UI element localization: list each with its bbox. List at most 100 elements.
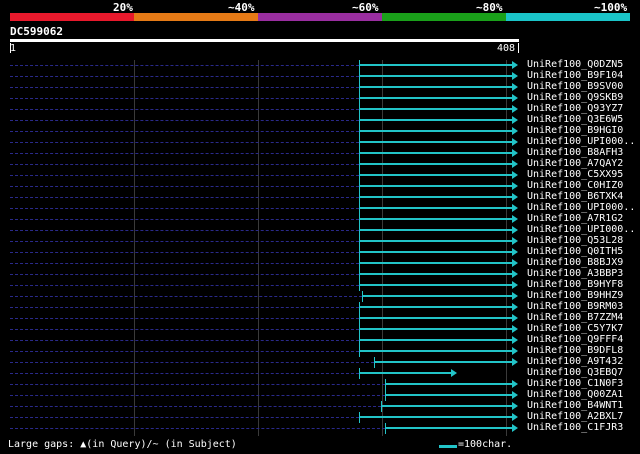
hit-name-link[interactable]: UniRef100_Q93YZ7 — [527, 103, 623, 114]
match-segment[interactable] — [358, 86, 513, 88]
match-segment[interactable] — [358, 152, 513, 154]
arrow-right-icon — [512, 358, 518, 366]
arrow-right-icon — [512, 259, 518, 267]
match-segment[interactable] — [358, 317, 513, 319]
match-segment[interactable] — [358, 416, 513, 418]
unaligned-region — [10, 197, 359, 198]
match-segment[interactable] — [358, 218, 513, 220]
match-segment[interactable] — [358, 306, 513, 308]
hit-name-link[interactable]: UniRef100_A7QAY2 — [527, 158, 623, 169]
match-segment[interactable] — [358, 196, 513, 198]
unaligned-region — [10, 219, 359, 220]
match-segment[interactable] — [358, 229, 513, 231]
unaligned-region — [10, 230, 359, 231]
match-segment[interactable] — [358, 262, 513, 264]
hit-name-link[interactable]: UniRef100_Q9SKB9 — [527, 92, 623, 103]
scale-legend-line — [439, 445, 457, 448]
hit-name-link[interactable]: UniRef100_A2BXL7 — [527, 411, 623, 422]
hit-name-link[interactable]: UniRef100_B9DFL8 — [527, 345, 623, 356]
ruler-end-tick — [518, 43, 519, 53]
hit-name-link[interactable]: UniRef100_C1N0F3 — [527, 378, 623, 389]
match-segment[interactable] — [358, 130, 513, 132]
unaligned-region — [10, 329, 359, 330]
hit-name-link[interactable]: UniRef100_B9SV00 — [527, 81, 623, 92]
unaligned-region — [10, 274, 359, 275]
hit-name-link[interactable]: UniRef100_B9HHZ9 — [527, 290, 623, 301]
arrow-right-icon — [512, 149, 518, 157]
match-segment[interactable] — [358, 328, 513, 330]
match-segment[interactable] — [358, 350, 513, 352]
scale-segment-cyan — [506, 13, 630, 21]
match-segment[interactable] — [358, 163, 513, 165]
arrow-right-icon — [512, 127, 518, 135]
unaligned-region — [10, 428, 385, 429]
unaligned-region — [10, 76, 359, 77]
match-segment[interactable] — [381, 405, 513, 407]
arrow-right-icon — [512, 292, 518, 300]
scale-segment-orange — [134, 13, 258, 21]
hit-name-link[interactable]: UniRef100_UPI000.. — [527, 224, 635, 235]
match-segment[interactable] — [358, 185, 513, 187]
ruler-start-label: 1 — [10, 43, 17, 54]
hit-name-link[interactable]: UniRef100_B8BJX9 — [527, 257, 623, 268]
match-segment[interactable] — [358, 372, 452, 374]
hit-name-link[interactable]: UniRef100_B9F104 — [527, 70, 623, 81]
hit-name-link[interactable]: UniRef100_B9HYF8 — [527, 279, 623, 290]
unaligned-region — [10, 263, 359, 264]
unaligned-region — [10, 120, 359, 121]
hit-name-link[interactable]: UniRef100_C5XX95 — [527, 169, 623, 180]
scale-segment-purple — [258, 13, 382, 21]
hit-name-link[interactable]: UniRef100_B8AFH3 — [527, 147, 623, 158]
arrow-right-icon — [512, 105, 518, 113]
ruler-end-label: 408 — [497, 43, 516, 54]
hit-name-link[interactable]: UniRef100_Q0ITH5 — [527, 246, 623, 257]
hit-name-link[interactable]: UniRef100_Q00ZA1 — [527, 389, 623, 400]
hit-name-link[interactable]: UniRef100_B4WNT1 — [527, 400, 623, 411]
hit-name-link[interactable]: UniRef100_B9HGI0 — [527, 125, 623, 136]
query-id[interactable]: DC599062 — [10, 25, 63, 38]
hit-name-link[interactable]: UniRef100_B7ZZM4 — [527, 312, 623, 323]
match-segment[interactable] — [384, 394, 513, 396]
hit-name-link[interactable]: UniRef100_C0HIZ0 — [527, 180, 623, 191]
match-segment[interactable] — [358, 97, 513, 99]
match-segment[interactable] — [384, 427, 513, 429]
hit-name-link[interactable]: UniRef100_Q9FFF4 — [527, 334, 623, 345]
match-segment[interactable] — [358, 108, 513, 110]
hit-name-link[interactable]: UniRef100_C5Y7K7 — [527, 323, 623, 334]
hit-name-link[interactable]: UniRef100_A9T432 — [527, 356, 623, 367]
in-query-label: (in Query)/ — [86, 439, 153, 450]
hit-name-link[interactable]: UniRef100_Q3EBQ7 — [527, 367, 623, 378]
arrow-right-icon — [512, 204, 518, 212]
unaligned-region — [10, 186, 359, 187]
hit-row[interactable]: UniRef100_C1FJR3 — [0, 422, 640, 434]
match-segment[interactable] — [358, 174, 513, 176]
match-segment[interactable] — [362, 295, 513, 297]
hit-name-link[interactable]: UniRef100_B9RM03 — [527, 301, 623, 312]
match-segment[interactable] — [358, 273, 513, 275]
large-gaps-label: Large gaps: — [8, 439, 81, 450]
unaligned-region — [10, 384, 385, 385]
match-segment[interactable] — [358, 240, 513, 242]
hit-name-link[interactable]: UniRef100_UPI000.. — [527, 202, 635, 213]
hit-name-link[interactable]: UniRef100_B6TXK4 — [527, 191, 623, 202]
hit-name-link[interactable]: UniRef100_A7R1G2 — [527, 213, 623, 224]
match-segment[interactable] — [358, 284, 513, 286]
match-segment[interactable] — [384, 383, 513, 385]
hit-name-link[interactable]: UniRef100_UPI000.. — [527, 136, 635, 147]
unaligned-region — [10, 142, 359, 143]
match-segment[interactable] — [358, 141, 513, 143]
arrow-right-icon — [512, 424, 518, 432]
unaligned-region — [10, 417, 359, 418]
hit-name-link[interactable]: UniRef100_Q53L28 — [527, 235, 623, 246]
match-segment[interactable] — [358, 339, 513, 341]
hit-name-link[interactable]: UniRef100_Q3E6W5 — [527, 114, 623, 125]
match-segment[interactable] — [373, 361, 513, 363]
hit-name-link[interactable]: UniRef100_C1FJR3 — [527, 422, 623, 433]
match-segment[interactable] — [358, 207, 513, 209]
match-segment[interactable] — [358, 64, 513, 66]
match-segment[interactable] — [358, 251, 513, 253]
hit-name-link[interactable]: UniRef100_Q0DZN5 — [527, 59, 623, 70]
hit-name-link[interactable]: UniRef100_A3BBP3 — [527, 268, 623, 279]
match-segment[interactable] — [358, 75, 513, 77]
match-segment[interactable] — [358, 119, 513, 121]
